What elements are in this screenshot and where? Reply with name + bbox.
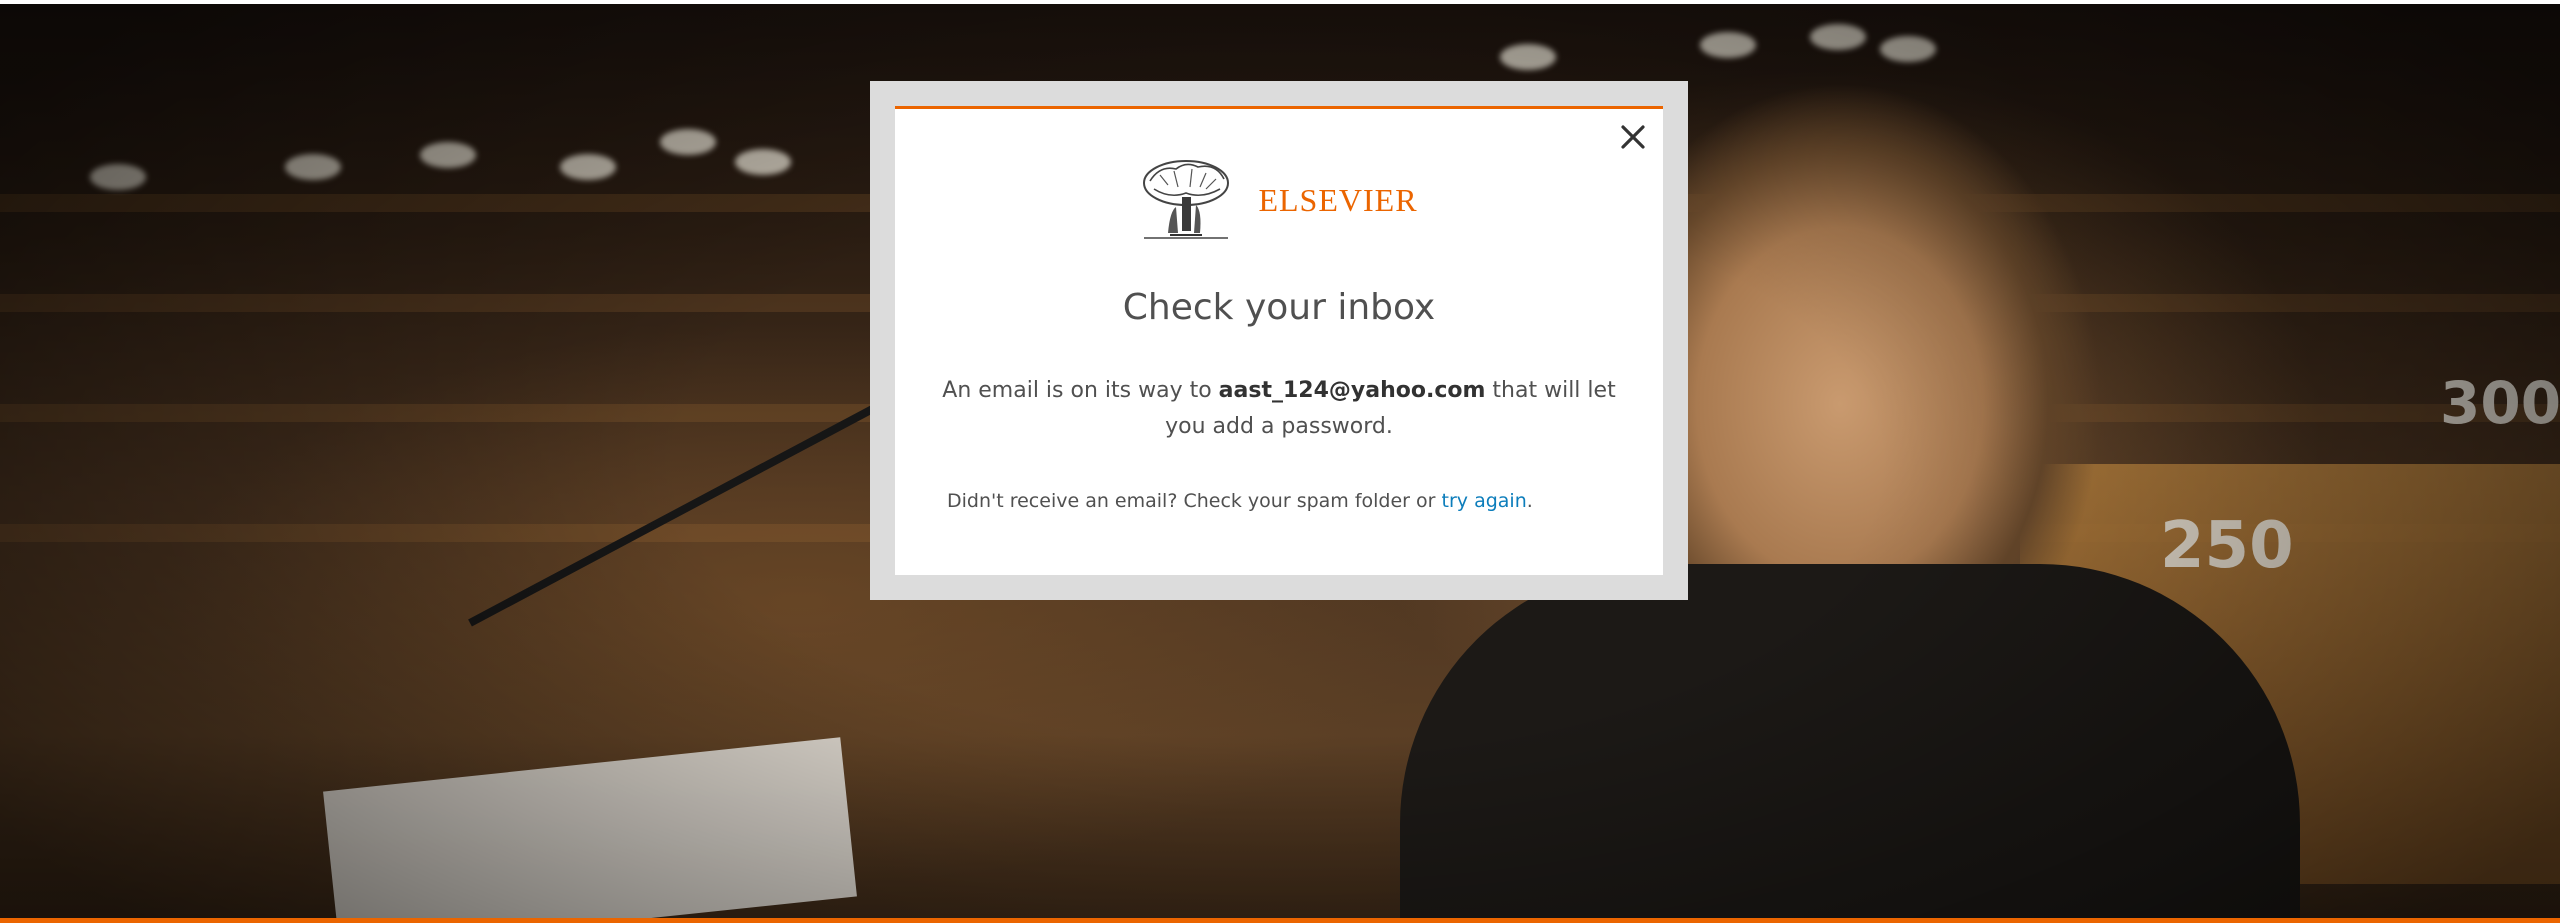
close-icon <box>1621 125 1645 149</box>
message-prefix: An email is on its way to <box>942 378 1212 403</box>
elsevier-logo: ELSEVIER <box>895 159 1663 241</box>
try-again-link[interactable]: try again <box>1442 490 1527 512</box>
modal-overlay-frame: ELSEVIER Check your inbox An email is on… <box>870 81 1688 600</box>
elsevier-tree-icon <box>1140 159 1233 241</box>
close-button[interactable] <box>1613 117 1653 157</box>
brand-wordmark: ELSEVIER <box>1258 181 1418 218</box>
dialog-message: An email is on its way to aast_124@yahoo… <box>935 373 1623 445</box>
retry-prefix: Didn't receive an email? Check your spam… <box>947 490 1436 512</box>
check-inbox-dialog: ELSEVIER Check your inbox An email is on… <box>895 106 1663 575</box>
bottom-accent-rule <box>0 918 2560 923</box>
page: 300 250 <box>0 0 2560 923</box>
dialog-title: Check your inbox <box>1122 287 1436 328</box>
email-address: aast_124@yahoo.com <box>1218 378 1486 403</box>
retry-suffix: . <box>1526 490 1533 512</box>
retry-notice: Didn't receive an email? Check your spam… <box>947 490 1627 512</box>
